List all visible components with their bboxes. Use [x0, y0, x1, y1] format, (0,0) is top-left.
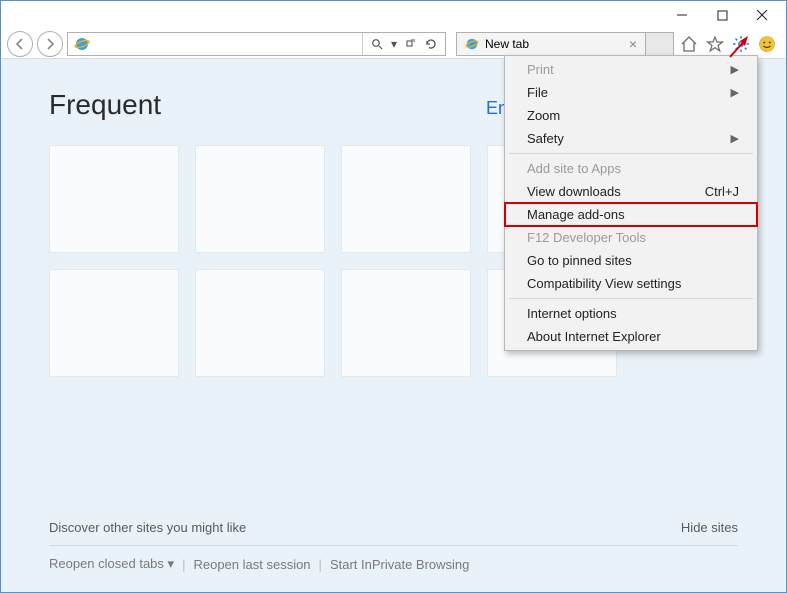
maximize-button[interactable] — [702, 3, 742, 27]
tab-bar: New tab × — [456, 32, 674, 56]
toolbar-right — [678, 33, 780, 55]
chevron-down-icon: ▾ — [168, 556, 175, 571]
menu-print[interactable]: Print▶ — [505, 58, 757, 81]
tools-gear-icon[interactable] — [730, 33, 752, 55]
menu-internet-options[interactable]: Internet options — [505, 302, 757, 325]
separator: | — [182, 557, 185, 572]
chevron-right-icon: ▶ — [731, 132, 739, 145]
address-bar: ▾ — [67, 32, 446, 56]
search-icon[interactable] — [369, 38, 385, 50]
separator: | — [319, 557, 322, 572]
ie-logo-icon — [465, 37, 479, 51]
frequent-tile[interactable] — [195, 269, 325, 377]
discover-link[interactable]: Discover other sites you might like — [49, 520, 246, 535]
nav-back-button[interactable] — [7, 31, 33, 57]
ie-logo-icon — [72, 34, 92, 54]
menu-separator — [509, 298, 753, 299]
frequent-tile[interactable] — [341, 145, 471, 253]
hide-sites-link[interactable]: Hide sites — [681, 520, 738, 535]
tools-menu: Print▶ File▶ Zoom Safety▶ Add site to Ap… — [504, 55, 758, 351]
frequent-tile[interactable] — [195, 145, 325, 253]
tab-close-icon[interactable]: × — [629, 36, 637, 52]
menu-safety[interactable]: Safety▶ — [505, 127, 757, 150]
shortcut-label: Ctrl+J — [705, 184, 739, 199]
menu-view-downloads[interactable]: View downloadsCtrl+J — [505, 180, 757, 203]
frequent-tile[interactable] — [49, 269, 179, 377]
frequent-tile[interactable] — [49, 145, 179, 253]
bottom-links: Discover other sites you might like Hide… — [49, 504, 738, 572]
menu-add-site-to-apps[interactable]: Add site to Apps — [505, 157, 757, 180]
refresh-icon[interactable] — [423, 38, 439, 50]
menu-compat-view[interactable]: Compatibility View settings — [505, 272, 757, 295]
tab-title: New tab — [485, 37, 623, 51]
reopen-closed-tabs-link[interactable]: Reopen closed tabs ▾ — [49, 556, 174, 572]
home-icon[interactable] — [678, 33, 700, 55]
close-button[interactable] — [742, 3, 782, 27]
menu-f12-tools[interactable]: F12 Developer Tools — [505, 226, 757, 249]
menu-manage-addons[interactable]: Manage add-ons — [505, 203, 757, 226]
menu-separator — [509, 153, 753, 154]
menu-about-ie[interactable]: About Internet Explorer — [505, 325, 757, 348]
chevron-right-icon: ▶ — [731, 86, 739, 99]
address-tools: ▾ — [362, 33, 445, 55]
compat-icon[interactable] — [403, 38, 419, 50]
chevron-right-icon: ▶ — [731, 63, 739, 76]
reopen-last-session-link[interactable]: Reopen last session — [193, 557, 310, 572]
nav-forward-button[interactable] — [37, 31, 63, 57]
frequent-heading: Frequent — [49, 89, 161, 121]
smiley-icon[interactable] — [756, 33, 778, 55]
start-inprivate-link[interactable]: Start InPrivate Browsing — [330, 557, 469, 572]
menu-zoom[interactable]: Zoom — [505, 104, 757, 127]
search-dropdown-icon[interactable]: ▾ — [389, 37, 399, 51]
tab-new-tab[interactable]: New tab × — [456, 32, 646, 56]
new-tab-button[interactable] — [646, 32, 674, 56]
favorites-icon[interactable] — [704, 33, 726, 55]
menu-pinned-sites[interactable]: Go to pinned sites — [505, 249, 757, 272]
address-input[interactable] — [96, 33, 362, 55]
window-titlebar — [1, 1, 786, 29]
frequent-tile[interactable] — [341, 269, 471, 377]
minimize-button[interactable] — [662, 3, 702, 27]
menu-file[interactable]: File▶ — [505, 81, 757, 104]
